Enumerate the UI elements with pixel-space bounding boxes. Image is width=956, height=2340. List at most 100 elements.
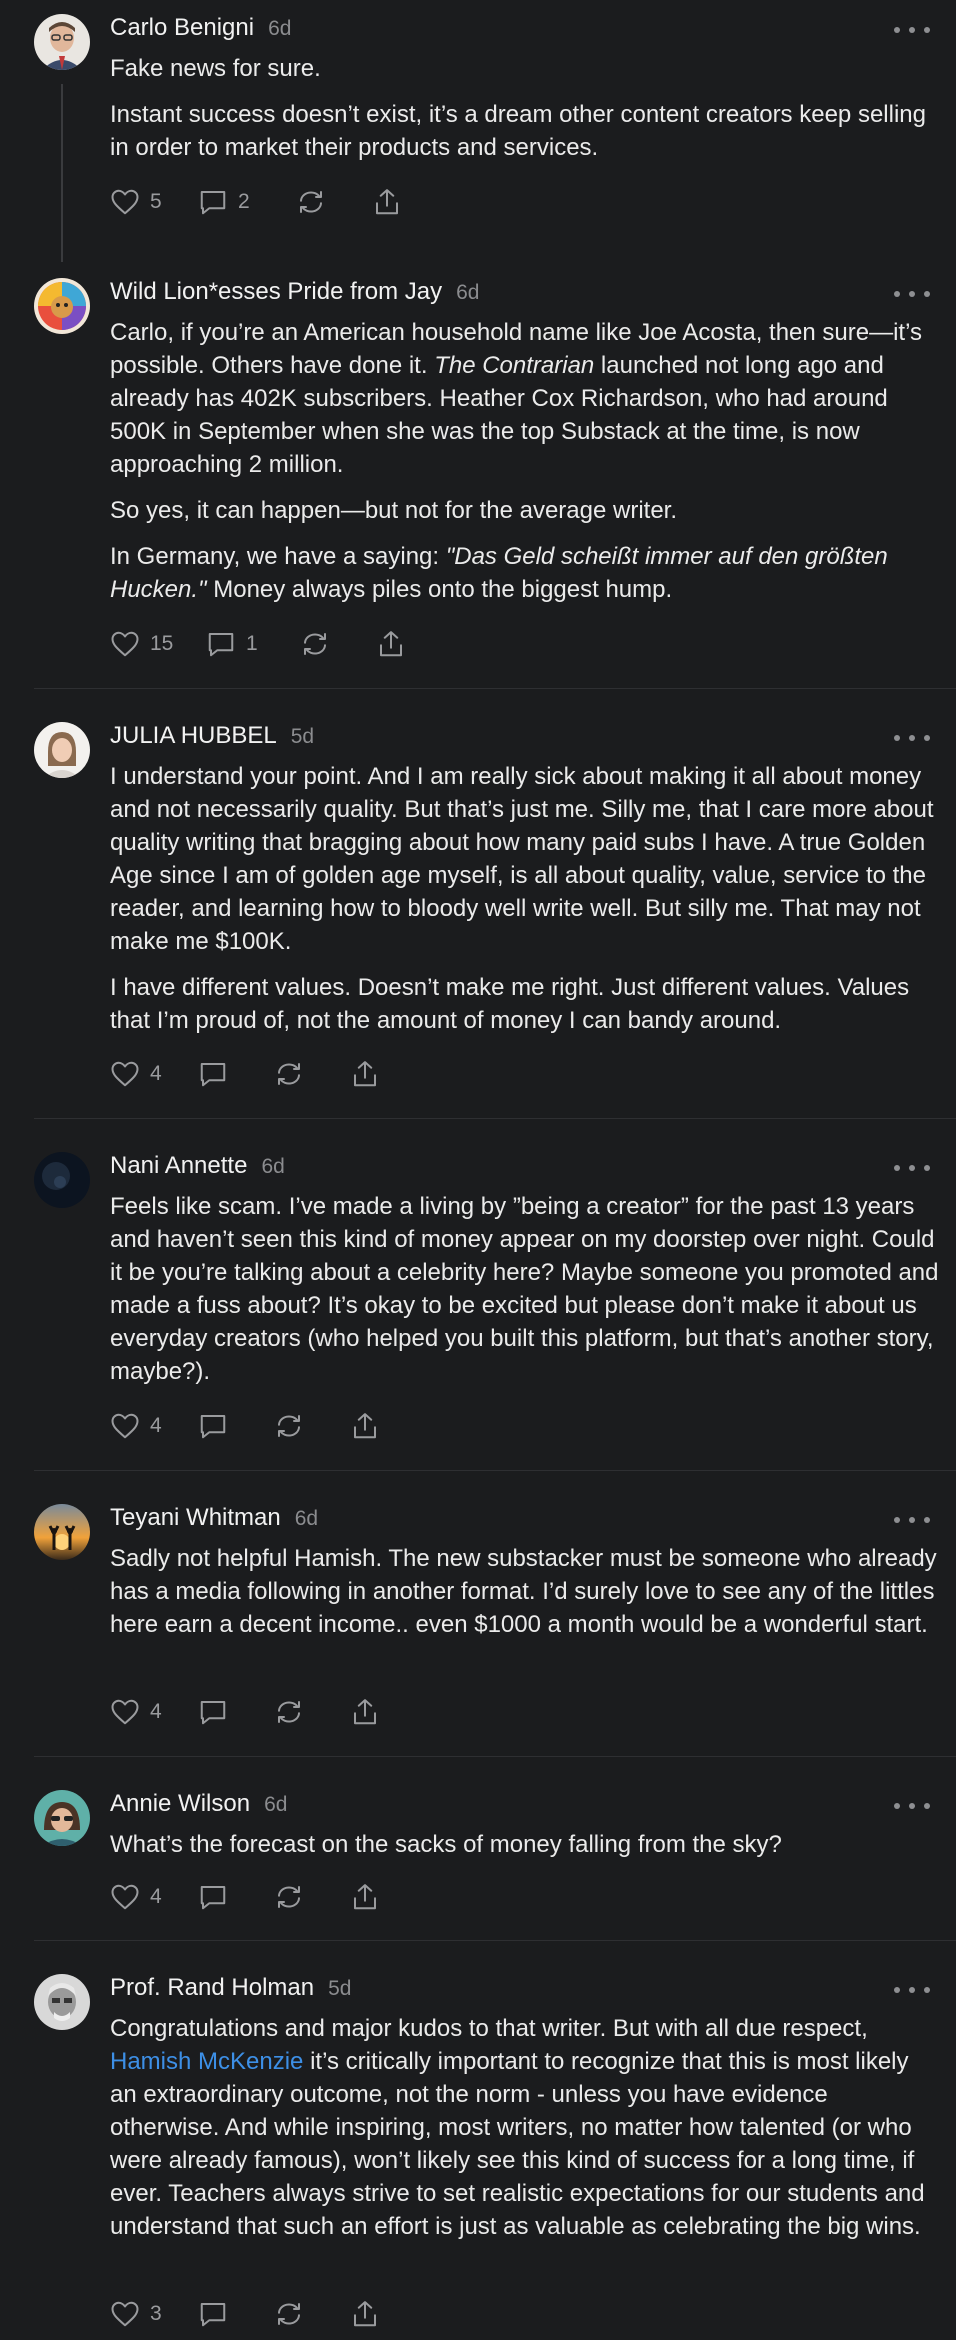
avatar[interactable] — [34, 278, 90, 334]
divider — [34, 1756, 956, 1757]
avatar[interactable] — [34, 1152, 90, 1208]
author-name[interactable]: Wild Lion*esses Pride from Jay — [110, 278, 442, 306]
timestamp[interactable]: 6d — [264, 1793, 287, 1817]
share-button[interactable] — [350, 1412, 380, 1440]
more-options-button[interactable] — [894, 284, 930, 304]
comment-body: Fake news for sure. Instant success does… — [110, 52, 940, 177]
reply-button[interactable]: 2 — [198, 188, 296, 216]
heart-icon — [111, 631, 139, 657]
user-mention-link[interactable]: Hamish McKenzie — [110, 2048, 303, 2075]
author-name[interactable]: Annie Wilson — [110, 1790, 250, 1818]
author-name[interactable]: Teyani Whitman — [110, 1504, 281, 1532]
author-name[interactable]: Prof. Rand Holman — [110, 1974, 314, 2002]
comment-icon — [208, 633, 234, 657]
like-button[interactable]: 4 — [110, 1698, 198, 1726]
like-count: 4 — [150, 1414, 162, 1437]
reply-button[interactable] — [198, 2300, 274, 2328]
avatar[interactable] — [34, 722, 90, 778]
heart-icon — [111, 1061, 139, 1087]
timestamp[interactable]: 6d — [456, 281, 479, 305]
divider — [34, 1940, 956, 1941]
comment-paragraph: Feels like scam. I’ve made a living by ”… — [110, 1193, 939, 1385]
share-icon — [354, 1699, 376, 1725]
share-icon — [354, 1884, 376, 1910]
like-count: 4 — [150, 1885, 162, 1908]
timestamp[interactable]: 5d — [291, 725, 314, 749]
reply-button[interactable] — [198, 1698, 274, 1726]
comment-body: Carlo, if you’re an American household n… — [110, 316, 940, 619]
like-count: 5 — [150, 190, 162, 213]
timestamp[interactable]: 5d — [328, 1977, 351, 2001]
reply-button[interactable]: 1 — [206, 630, 300, 658]
avatar[interactable] — [34, 14, 90, 70]
like-count: 3 — [150, 2302, 162, 2325]
author-name[interactable]: Nani Annette — [110, 1152, 247, 1180]
more-options-button[interactable] — [894, 1510, 930, 1530]
like-button[interactable]: 5 — [110, 188, 198, 216]
avatar[interactable] — [34, 1790, 90, 1846]
share-button[interactable] — [376, 630, 406, 658]
more-options-button[interactable] — [894, 1980, 930, 2000]
thread-line — [61, 84, 63, 262]
share-icon — [354, 2301, 376, 2327]
comment-body: Feels like scam. I’ve made a living by ”… — [110, 1190, 940, 1401]
like-button[interactable]: 4 — [110, 1883, 198, 1911]
more-options-button[interactable] — [894, 728, 930, 748]
heart-icon — [111, 2301, 139, 2327]
share-button[interactable] — [350, 2300, 380, 2328]
share-icon — [376, 189, 398, 215]
like-button[interactable]: 3 — [110, 2300, 198, 2328]
more-options-button[interactable] — [894, 1158, 930, 1178]
like-button[interactable]: 15 — [110, 630, 206, 658]
share-button[interactable] — [372, 188, 402, 216]
like-count: 4 — [150, 1700, 162, 1723]
comment-icon — [200, 191, 226, 215]
restack-icon — [278, 1415, 300, 1437]
restack-button[interactable] — [296, 188, 372, 216]
reply-button[interactable] — [198, 1412, 274, 1440]
timestamp[interactable]: 6d — [268, 17, 291, 41]
like-button[interactable]: 4 — [110, 1060, 198, 1088]
heart-icon — [111, 1699, 139, 1725]
share-icon — [354, 1413, 376, 1439]
comment-body: Sadly not helpful Hamish. The new substa… — [110, 1542, 940, 1654]
restack-button[interactable] — [274, 1412, 350, 1440]
share-button[interactable] — [350, 1883, 380, 1911]
restack-button[interactable] — [274, 1060, 350, 1088]
like-count: 15 — [150, 632, 174, 655]
comment-body: Congratulations and major kudos to that … — [110, 2012, 940, 2256]
more-options-button[interactable] — [894, 20, 930, 40]
comment-icon — [200, 1886, 226, 1910]
author-name[interactable]: JULIA HUBBEL — [110, 722, 277, 750]
comment-icon — [200, 1063, 226, 1087]
author-name[interactable]: Carlo Benigni — [110, 14, 254, 42]
more-options-button[interactable] — [894, 1796, 930, 1816]
avatar[interactable] — [34, 1974, 90, 2030]
heart-icon — [111, 189, 139, 215]
reply-count: 1 — [246, 632, 258, 655]
reply-count: 2 — [238, 190, 250, 213]
restack-icon — [278, 1701, 300, 1723]
restack-button[interactable] — [274, 1883, 350, 1911]
comment-paragraph: Carlo, if you’re an American household n… — [110, 319, 922, 478]
reply-button[interactable] — [198, 1060, 274, 1088]
restack-icon — [300, 191, 322, 213]
reply-button[interactable] — [198, 1883, 274, 1911]
avatar[interactable] — [34, 1504, 90, 1560]
restack-button[interactable] — [300, 630, 376, 658]
share-icon — [380, 631, 402, 657]
like-button[interactable]: 4 — [110, 1412, 198, 1440]
share-icon — [354, 1061, 376, 1087]
timestamp[interactable]: 6d — [295, 1507, 318, 1531]
share-button[interactable] — [350, 1698, 380, 1726]
share-button[interactable] — [350, 1060, 380, 1088]
comment-paragraph: Congratulations and major kudos to that … — [110, 2015, 925, 2240]
heart-icon — [111, 1884, 139, 1910]
restack-icon — [278, 1063, 300, 1085]
timestamp[interactable]: 6d — [261, 1155, 284, 1179]
heart-icon — [111, 1413, 139, 1439]
restack-button[interactable] — [274, 2300, 350, 2328]
restack-button[interactable] — [274, 1698, 350, 1726]
like-count: 4 — [150, 1062, 162, 1085]
comment-paragraph: Sadly not helpful Hamish. The new substa… — [110, 1545, 937, 1638]
